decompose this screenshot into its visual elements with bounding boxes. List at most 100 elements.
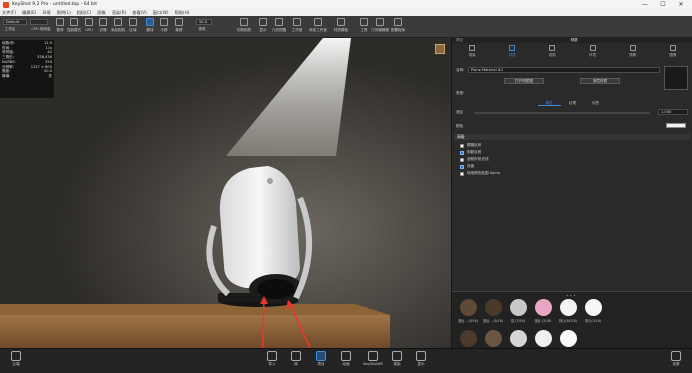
material-ball-label: 漫反... (8/16) <box>482 319 504 323</box>
subtab-properties[interactable]: 属性 <box>537 100 561 106</box>
toolbar-tools[interactable]: 工具 <box>356 18 372 32</box>
material-ball[interactable] <box>535 299 552 316</box>
project-icon <box>316 351 326 361</box>
bottom-label: 显示 <box>417 362 425 366</box>
checkbox-label: 阴影反射 <box>467 150 482 154</box>
toolbar-dolly[interactable]: 推移 <box>171 18 187 32</box>
checkbox-icon <box>460 171 464 176</box>
maximize-button[interactable]: ☐ <box>654 0 672 9</box>
multi-material-button[interactable]: 多层材质 <box>580 78 620 84</box>
toolbar-add-camera[interactable]: 添加相机 <box>110 18 126 32</box>
toolbar-material-template[interactable]: 材质模板 <box>333 18 349 32</box>
panel-image[interactable]: 图像 <box>653 44 692 58</box>
material-ball-label: 漫反 (3/16) <box>534 319 552 323</box>
material-ball[interactable] <box>560 330 577 347</box>
advanced-section-header[interactable]: 高级 <box>454 134 690 140</box>
panel-tabs: 项目 材质 <box>452 38 692 43</box>
library-resize-handle[interactable]: • • • <box>566 293 576 298</box>
toolbar-display[interactable]: 显示 <box>255 18 271 32</box>
display-button[interactable]: 显示 <box>411 351 431 367</box>
toolbar-cpu-usage[interactable]: CPU 使用量 <box>30 27 52 31</box>
toolbar-workspace[interactable]: 工作区 <box>2 27 18 31</box>
material-ball[interactable] <box>535 330 552 347</box>
pause-icon <box>56 18 64 26</box>
material-ball[interactable] <box>460 299 477 316</box>
toolbar-switch-camera[interactable]: 切换相机 <box>236 18 252 32</box>
panel-material[interactable]: 材质 <box>492 44 532 58</box>
environment-icon <box>589 45 596 51</box>
cpu-select[interactable] <box>30 19 48 25</box>
toolbar-performance[interactable]: 性能模式 <box>66 18 82 32</box>
toolbar-configurator[interactable]: 配置程序 <box>390 18 406 32</box>
toolbar-geometry-editor[interactable]: 几何编辑器 <box>371 18 389 32</box>
toolbar-pan[interactable]: 平移 <box>156 18 172 32</box>
checkbox-color-alpha[interactable]: 使用颜色贴图 Alpha <box>460 171 500 176</box>
color-swatch[interactable] <box>666 123 686 128</box>
menu-file[interactable]: 文件(F) <box>2 10 16 16</box>
bottom-label: 导入 <box>268 362 276 366</box>
menu-lighting[interactable]: 照明(L) <box>57 10 71 16</box>
roughness-value[interactable]: 1.000 <box>658 109 688 115</box>
open-material-graph-button[interactable]: 打开材质图 <box>504 78 544 84</box>
material-ball[interactable] <box>485 330 502 347</box>
material-ball-label: 默认(64/16) <box>558 319 578 323</box>
toolbar-label: 添加相机 <box>110 28 126 32</box>
toolbar-perspective[interactable]: 视角 <box>194 27 210 31</box>
panel-lighting[interactable]: 照明 <box>613 44 653 58</box>
switch-camera-icon <box>240 18 248 26</box>
material-ball[interactable] <box>460 330 477 347</box>
import-button[interactable]: 导入 <box>262 351 282 367</box>
menu-help[interactable]: 帮助(H) <box>175 10 190 16</box>
tab-material[interactable]: 材质 <box>567 38 582 43</box>
panel-camera[interactable]: 相机 <box>532 44 572 58</box>
material-ball[interactable] <box>485 299 502 316</box>
menu-render[interactable]: 渲染(R) <box>112 10 127 16</box>
tab-project[interactable]: 项目 <box>452 38 467 43</box>
checkbox-shadow-reflect[interactable]: 阴影反射 <box>460 150 481 155</box>
checkbox-icon <box>460 143 464 148</box>
toolbar-label: 添加工作室 <box>309 28 327 32</box>
environment-preview-icon[interactable] <box>435 44 445 54</box>
fullscreen-button[interactable]: 全屏 <box>666 351 686 367</box>
scene-icon <box>469 45 476 51</box>
zoom-value[interactable]: 50.0 <box>196 19 212 25</box>
render-viewport[interactable]: 帧数/秒: 12.0 时间: 11s 采样值: 42 三角形: 338,436 NURB… <box>0 38 451 348</box>
library-button[interactable]: 库 <box>286 351 306 367</box>
subtab-textures[interactable]: 纹理 <box>561 100 584 106</box>
checkbox-diffuse-refract[interactable]: 漫射折射光线 <box>460 157 489 162</box>
close-button[interactable]: ✕ <box>672 0 690 9</box>
toolbar-label: CPU 使用量 <box>31 27 51 31</box>
material-ball[interactable] <box>510 330 527 347</box>
toolbar-label: 区域 <box>129 28 137 32</box>
project-button[interactable]: 项目 <box>311 351 331 367</box>
material-ball[interactable] <box>510 299 527 316</box>
animation-button[interactable]: 动画 <box>336 351 356 367</box>
menu-window[interactable]: 窗口(W) <box>153 10 169 16</box>
toolbar-geometry-view[interactable]: 几何视图 <box>271 18 287 32</box>
checkbox-two-sided[interactable]: 双面 <box>460 164 474 169</box>
render-button[interactable]: 渲染 <box>387 351 407 367</box>
minimize-button[interactable]: — <box>636 0 654 9</box>
material-name-field[interactable]: Plane Material #2 <box>468 67 660 73</box>
panel-scene[interactable]: 场景 <box>452 44 492 58</box>
material-ball[interactable] <box>585 299 602 316</box>
roughness-slider[interactable] <box>474 112 650 114</box>
keyshotxr-button[interactable]: KeyShotXR <box>361 351 385 366</box>
menu-edit[interactable]: 编辑(E) <box>22 10 36 16</box>
workspace-select[interactable]: Default <box>3 19 27 25</box>
material-ball[interactable] <box>560 299 577 316</box>
image-icon <box>669 45 676 51</box>
panel-environment[interactable]: 环境 <box>573 44 613 58</box>
menu-image[interactable]: 图像 <box>97 10 105 16</box>
add-studio-icon <box>314 18 322 26</box>
toolbar-studio[interactable]: 工作室 <box>289 18 305 32</box>
menu-environment[interactable]: 环境 <box>42 10 50 16</box>
toolbar-denoise[interactable]: 去噪 <box>95 18 111 32</box>
cloud-button[interactable]: 云端 <box>6 351 26 367</box>
subtab-labels[interactable]: 标签 <box>584 100 607 106</box>
menu-view[interactable]: 查看(V) <box>132 10 147 16</box>
toolbar-region[interactable]: 区域 <box>125 18 141 32</box>
checkbox-blur-reflect[interactable]: 模糊反射 <box>460 143 481 148</box>
toolbar-add-studio[interactable]: 添加工作室 <box>309 18 327 32</box>
menu-camera[interactable]: 相机(C) <box>77 10 92 16</box>
